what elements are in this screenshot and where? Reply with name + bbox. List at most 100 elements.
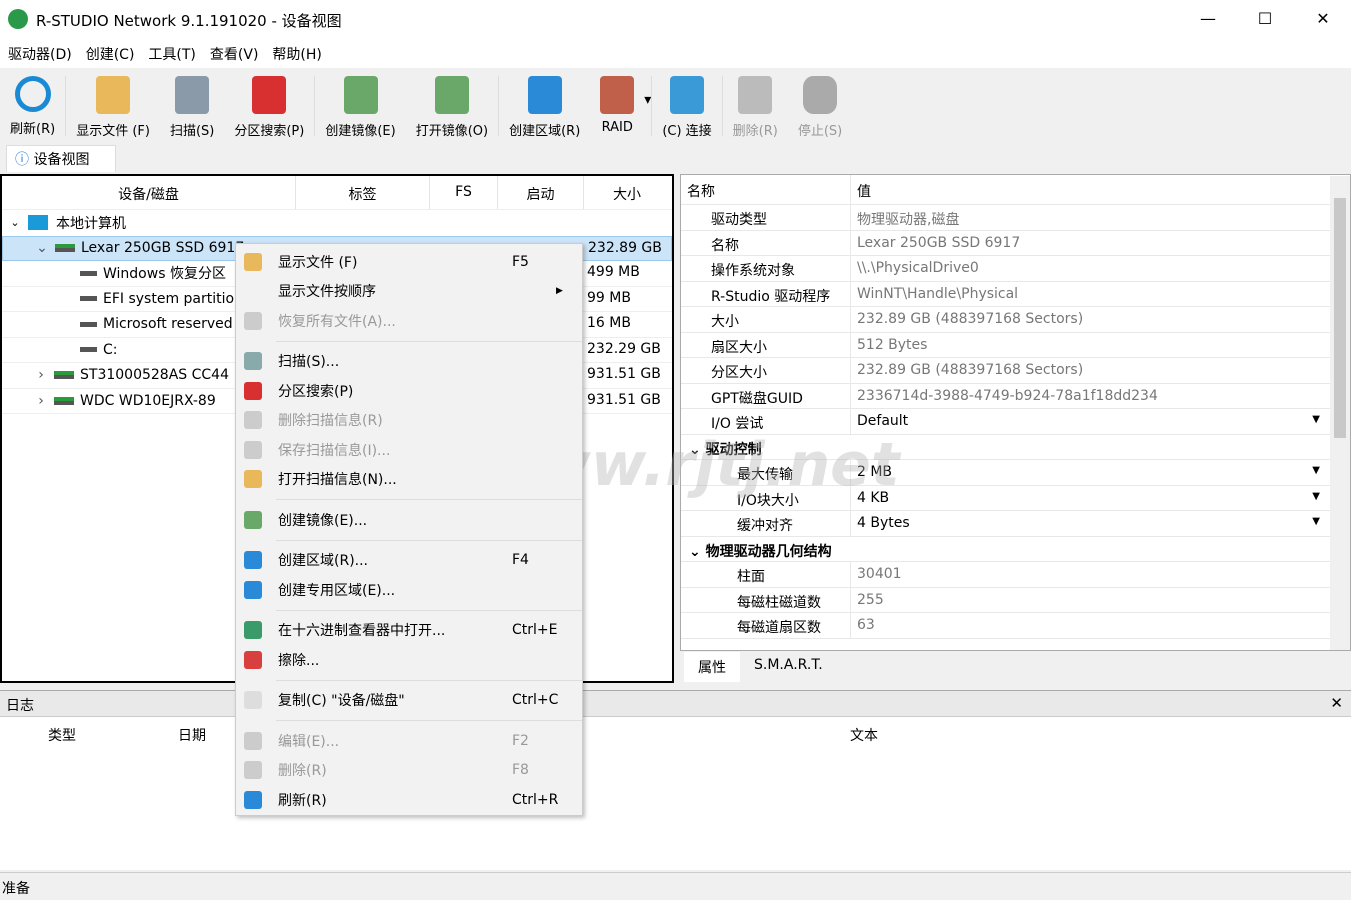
close-button[interactable]: ✕ xyxy=(1300,6,1346,32)
context-menu-item-create-region[interactable]: 创建区域(R)...F4 xyxy=(236,546,582,576)
context-menu-item-create-special-region[interactable]: 创建专用区域(E)... xyxy=(236,575,582,605)
context-menu-item-hex[interactable]: 在十六进制查看器中打开...Ctrl+E xyxy=(236,616,582,646)
context-menu-item-show-files-sorted[interactable]: 显示文件按顺序▶ xyxy=(236,277,582,307)
status-bar: 准备 xyxy=(0,872,1351,900)
root-label: 本地计算机 xyxy=(56,213,126,233)
context-menu-item-show-files[interactable]: 显示文件 (F)F5 xyxy=(236,247,582,277)
menu-item[interactable]: 创建(C) xyxy=(82,38,145,68)
menu-item[interactable]: 工具(T) xyxy=(144,38,205,68)
toolbar-button-open-image[interactable]: 打开镜像(O) xyxy=(406,70,498,142)
property-name: 柱面 xyxy=(681,562,851,587)
stop-icon xyxy=(803,76,837,114)
tree-root[interactable]: ⌄ 本地计算机 xyxy=(2,210,672,236)
property-name-text: 大小 xyxy=(711,314,739,330)
log-title: 日志 xyxy=(0,691,1351,717)
tab-properties[interactable]: 属性 xyxy=(684,652,740,682)
menu-item[interactable]: 驱动器(D) xyxy=(4,38,82,68)
property-row: 每磁道扇区数63 xyxy=(681,613,1350,639)
tab-smart[interactable]: S.M.A.R.T. xyxy=(740,652,837,682)
delete-scan-icon xyxy=(244,411,262,429)
toolbar-button-label: 创建镜像(E) xyxy=(325,120,395,139)
toolbar-button-create-region[interactable]: 创建区域(R) xyxy=(499,70,590,142)
menu-item-shortcut: Ctrl+R xyxy=(512,792,558,808)
col-value: 值 xyxy=(851,175,871,204)
tree-row-name: Lexar 250GB SSD 6917 xyxy=(81,240,244,256)
context-menu-item-scan[interactable]: 扫描(S)... xyxy=(236,347,582,377)
toolbar-button-label: RAID xyxy=(602,120,633,135)
create-region-icon xyxy=(244,551,262,569)
partition-icon xyxy=(80,322,97,327)
property-value[interactable]: 4 Bytes xyxy=(851,511,910,536)
menu-item-shortcut: F4 xyxy=(512,552,529,568)
menu-item-shortcut: F8 xyxy=(512,762,529,778)
log-close-button[interactable]: ✕ xyxy=(1330,694,1343,712)
menu-item[interactable]: 帮助(H) xyxy=(268,38,331,68)
menu-item-label: 删除扫描信息(R) xyxy=(278,410,383,430)
property-value: 63 xyxy=(851,613,875,638)
tab-device-view[interactable]: ⓘ 设备视图 xyxy=(6,145,116,172)
menu-item[interactable]: 查看(V) xyxy=(206,38,269,68)
maximize-button[interactable]: ☐ xyxy=(1242,6,1288,32)
toolbar-button-label: 打开镜像(O) xyxy=(416,120,488,139)
menu-separator xyxy=(276,720,582,721)
chevron-down-icon[interactable]: ⌄ xyxy=(689,544,706,560)
tree-row-name: C: xyxy=(103,342,118,358)
toolbar-button-refresh[interactable]: 刷新(R) xyxy=(0,70,65,142)
menu-item-label: 创建镜像(E)... xyxy=(278,510,367,530)
dropdown-arrow-icon[interactable]: ▼ xyxy=(1312,491,1320,502)
log-col-date[interactable]: 日期 xyxy=(178,725,206,745)
property-row: 分区大小232.89 GB (488397168 Sectors) xyxy=(681,358,1350,384)
tree-row-name: ST31000528AS CC44 xyxy=(80,367,229,383)
context-menu-item-create-image[interactable]: 创建镜像(E)... xyxy=(236,505,582,535)
scroll-thumb[interactable] xyxy=(1334,198,1346,438)
toolbar-button-raid[interactable]: RAID xyxy=(590,70,644,142)
toolbar: 刷新(R) 显示文件 (F) 扫描(S) 分区搜索(P) 创建镜像(E) 打开镜像(O) 创… xyxy=(0,70,1351,144)
toolbar-button-label: 扫描(S) xyxy=(170,120,214,139)
context-menu-item-save-scan: 保存扫描信息(I)... xyxy=(236,435,582,465)
dropdown-arrow-icon[interactable]: ▼ xyxy=(1312,465,1320,476)
toolbar-button-stop[interactable]: 停止(S) xyxy=(788,70,852,142)
properties-scrollbar[interactable] xyxy=(1330,176,1350,650)
tree-row-name: EFI system partition xyxy=(103,291,243,307)
property-name-text: R-Studio 驱动程序 xyxy=(711,289,830,305)
dropdown-arrow-icon[interactable]: ▼ xyxy=(1312,414,1320,425)
toolbar-button-connect[interactable]: (C) 连接 xyxy=(652,70,721,142)
chevron-down-icon[interactable]: ⌄ xyxy=(29,240,55,256)
col-size[interactable]: 大小 xyxy=(584,176,670,209)
dropdown-arrow-icon[interactable]: ▾ xyxy=(644,92,651,108)
chevron-right-icon[interactable]: › xyxy=(28,393,54,409)
context-menu-item-open-scan[interactable]: 打开扫描信息(N)... xyxy=(236,465,582,495)
col-fs[interactable]: FS xyxy=(430,176,498,209)
col-device[interactable]: 设备/磁盘 xyxy=(2,176,296,209)
col-label[interactable]: 标签 xyxy=(296,176,430,209)
property-group[interactable]: ⌄ 物理驱动器几何结构 xyxy=(681,537,1350,563)
property-name-text: 分区大小 xyxy=(711,365,767,381)
menu-item-label: 扫描(S)... xyxy=(278,351,339,371)
toolbar-button-show-files[interactable]: 显示文件 (F) xyxy=(66,70,160,142)
scan-icon xyxy=(244,352,262,370)
toolbar-button-scan[interactable]: 扫描(S) xyxy=(160,70,224,142)
delete-icon xyxy=(244,761,262,779)
context-menu-item-copy[interactable]: 复制(C) "设备/磁盘"Ctrl+C xyxy=(236,686,582,716)
toolbar-button-partition-search[interactable]: 分区搜索(P) xyxy=(224,70,314,142)
menu-separator xyxy=(276,680,582,681)
chevron-right-icon[interactable]: › xyxy=(28,367,54,383)
open-scan-icon xyxy=(244,470,262,488)
minimize-button[interactable]: — xyxy=(1185,6,1231,32)
toolbar-button-create-image[interactable]: 创建镜像(E) xyxy=(315,70,405,142)
blank-icon xyxy=(244,282,262,300)
property-name-text: GPT磁盘GUID xyxy=(711,391,803,407)
context-menu-item-wipe[interactable]: 擦除... xyxy=(236,645,582,675)
toolbar-button-delete[interactable]: 删除(R) xyxy=(723,70,788,142)
log-col-type[interactable]: 类型 xyxy=(48,725,76,745)
context-menu-item-refresh[interactable]: 刷新(R)Ctrl+R xyxy=(236,785,582,815)
context-menu-item-partition-search[interactable]: 分区搜索(P) xyxy=(236,376,582,406)
dropdown-arrow-icon[interactable]: ▼ xyxy=(1312,516,1320,527)
property-row[interactable]: 缓冲对齐4 Bytes▼ xyxy=(681,511,1350,537)
property-value: 2336714d-3988-4749-b924-78a1f18dd234 xyxy=(851,384,1158,409)
toolbar-button-label: 显示文件 (F) xyxy=(76,120,150,139)
log-col-text[interactable]: 文本 xyxy=(850,725,878,745)
chevron-down-icon[interactable]: ⌄ xyxy=(2,216,28,229)
col-boot[interactable]: 启动 xyxy=(498,176,584,209)
info-icon: ⓘ xyxy=(15,152,33,168)
